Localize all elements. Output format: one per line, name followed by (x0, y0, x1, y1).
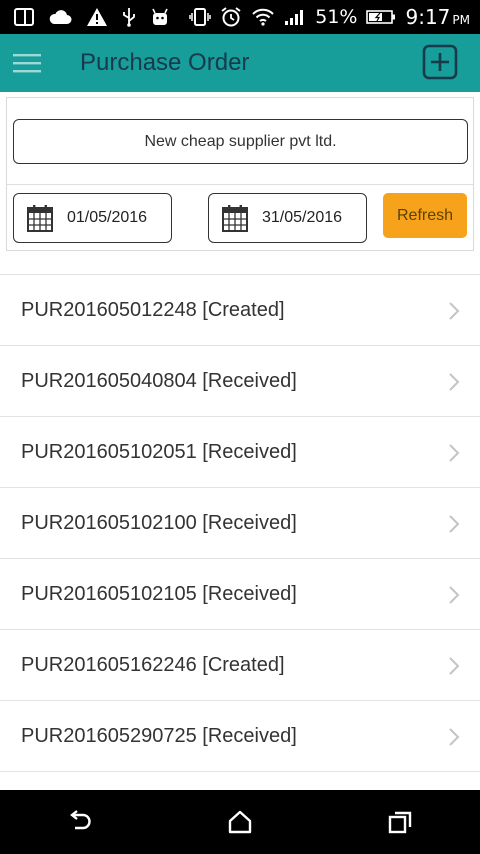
home-button[interactable] (220, 802, 260, 842)
alarm-icon (221, 7, 241, 27)
wifi-icon (252, 8, 274, 26)
usb-icon (123, 8, 135, 27)
warning-icon (87, 8, 107, 26)
app-bar: Purchase Order (0, 34, 480, 92)
chevron-right-icon (449, 728, 460, 746)
date-from-picker[interactable]: 01/05/2016 (13, 193, 172, 243)
date-to-picker[interactable]: 31/05/2016 (208, 193, 367, 243)
list-item[interactable]: PUR201605040804 [Received] (0, 345, 480, 416)
back-icon (70, 810, 91, 830)
list-item[interactable]: PUR201605102100 [Received] (0, 487, 480, 558)
clock-ampm: PM (452, 13, 470, 27)
menu-button[interactable] (0, 34, 54, 92)
chevron-right-icon (449, 657, 460, 675)
purchase-order-list: PUR201605012248 [Created] PUR20160504080… (0, 274, 480, 791)
filter-divider (7, 184, 473, 185)
vibrate-icon (189, 8, 211, 26)
list-item[interactable]: PUR201605290725 [Received] (0, 700, 480, 771)
calendar-icon (222, 205, 248, 232)
status-bar: 51% 9:17 PM (0, 0, 480, 34)
navigation-bar (0, 790, 480, 854)
chevron-right-icon (449, 586, 460, 604)
chevron-right-icon (449, 302, 460, 320)
order-label: PUR201605290725 [Received] (21, 724, 297, 747)
android-icon (152, 8, 168, 25)
back-button[interactable] (60, 802, 100, 842)
date-from-value: 01/05/2016 (67, 209, 148, 226)
order-label: PUR201605102105 [Received] (21, 582, 297, 605)
calendar-icon (27, 205, 53, 232)
page-title: Purchase Order (80, 49, 250, 76)
list-item[interactable]: PUR201605012248 [Created] (0, 274, 480, 345)
supplier-selector[interactable]: New cheap supplier pvt ltd. (13, 119, 468, 164)
order-label: PUR201605102051 [Received] (21, 440, 297, 463)
battery-icon (366, 10, 396, 24)
menu-icon (13, 54, 41, 73)
list-item[interactable]: PUR201605102105 [Received] (0, 558, 480, 629)
list-item[interactable]: PUR201605102051 [Received] (0, 416, 480, 487)
list-end-divider (0, 771, 480, 791)
date-to-value: 31/05/2016 (262, 209, 343, 226)
home-icon (228, 810, 252, 834)
order-label: PUR201605040804 [Received] (21, 369, 297, 392)
clock: 9:17 PM (405, 5, 470, 29)
filter-panel: New cheap supplier pvt ltd. 01/05/2016 3… (6, 97, 474, 251)
chevron-right-icon (449, 515, 460, 533)
order-label: PUR201605162246 [Created] (21, 653, 285, 676)
add-button[interactable] (422, 44, 458, 80)
notification-square-icon (14, 8, 34, 26)
clock-time: 9:17 (405, 5, 451, 29)
cloud-icon (49, 10, 72, 24)
recents-button[interactable] (380, 802, 420, 842)
signal-icon (285, 10, 304, 25)
recents-icon (388, 811, 412, 834)
order-label: PUR201605102100 [Received] (21, 511, 297, 534)
order-label: PUR201605012248 [Created] (21, 298, 285, 321)
chevron-right-icon (449, 373, 460, 391)
chevron-right-icon (449, 444, 460, 462)
battery-percent: 51% (315, 6, 358, 28)
list-item[interactable]: PUR201605162246 [Created] (0, 629, 480, 700)
refresh-button[interactable]: Refresh (383, 193, 467, 238)
